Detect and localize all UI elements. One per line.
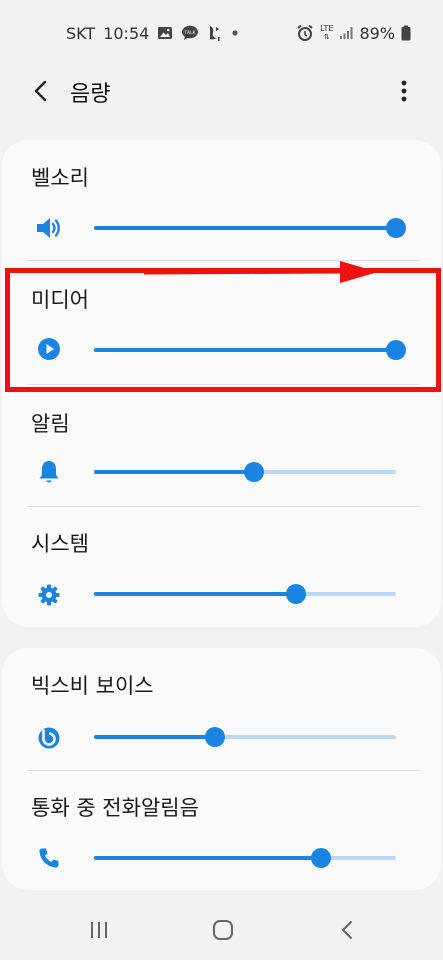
- signal-icon: [339, 26, 353, 40]
- red-arrow-icon: [144, 261, 378, 283]
- phone-icon[interactable]: [35, 844, 63, 872]
- chevron-left-icon: [34, 80, 47, 102]
- divider: [27, 770, 420, 771]
- slider-thumb[interactable]: [204, 727, 225, 747]
- slider-fill: [94, 856, 321, 860]
- volume-slider[interactable]: [94, 727, 396, 747]
- status-left: SKT 10:54 TALK: [66, 24, 239, 43]
- speaker-icon[interactable]: [35, 214, 63, 242]
- slider-thumb[interactable]: [386, 218, 406, 238]
- slider-fill: [94, 592, 297, 596]
- volume-label: 통화 중 전화알림음: [31, 796, 199, 820]
- svg-text:TALK: TALK: [184, 30, 197, 36]
- home-icon: [213, 920, 233, 940]
- back-icon: [342, 921, 352, 939]
- volume-label: 빅스비 보이스: [31, 674, 154, 698]
- nav-back-button[interactable]: [329, 916, 365, 944]
- divider: [27, 506, 420, 507]
- lte-icon: LTE ⇅: [320, 24, 334, 42]
- battery-percent: 89%: [359, 23, 395, 43]
- back-button[interactable]: [26, 76, 56, 106]
- gallery-icon: [157, 26, 173, 40]
- volume-label: 알림: [31, 412, 70, 436]
- more-options-button[interactable]: [392, 76, 416, 106]
- volume-card-extra: 빅스비 보이스 통화 중 전화알림음: [2, 648, 441, 890]
- slider-thumb[interactable]: [286, 584, 307, 604]
- volume-slider[interactable]: [94, 584, 396, 604]
- status-bar: SKT 10:54 TALK LTE ⇅ 89%: [0, 0, 443, 66]
- slider-fill: [94, 735, 215, 739]
- volume-slider[interactable]: [94, 848, 396, 868]
- slider-fill: [94, 226, 396, 230]
- talk-icon: TALK: [181, 25, 199, 41]
- slider-thumb[interactable]: [244, 462, 265, 482]
- slider-thumb[interactable]: [310, 848, 331, 868]
- clock: 10:54: [103, 23, 150, 43]
- recents-icon: [91, 922, 107, 938]
- bird-icon: [207, 24, 223, 42]
- gear-icon[interactable]: [35, 581, 63, 609]
- battery-icon: [401, 25, 411, 41]
- navigation-bar: [0, 898, 443, 960]
- volume-label: 벨소리: [31, 166, 89, 190]
- home-button[interactable]: [205, 916, 241, 944]
- carrier-label: SKT: [66, 23, 96, 43]
- volume-slider[interactable]: [94, 462, 396, 482]
- dot-icon: [231, 29, 239, 37]
- network-type: LTE: [320, 24, 334, 33]
- data-arrows-icon: ⇅: [323, 33, 330, 41]
- app-bar: 음량: [0, 66, 443, 116]
- volume-slider[interactable]: [94, 218, 406, 238]
- bell-icon[interactable]: [35, 458, 63, 486]
- more-vertical-icon: [401, 80, 407, 102]
- alarm-icon: [296, 24, 314, 42]
- bixby-icon[interactable]: [35, 724, 63, 752]
- volume-label: 시스템: [31, 532, 89, 556]
- recents-button[interactable]: [81, 916, 117, 944]
- page-title: 음량: [70, 82, 111, 107]
- slider-fill: [94, 470, 255, 474]
- status-right: LTE ⇅ 89%: [296, 24, 411, 43]
